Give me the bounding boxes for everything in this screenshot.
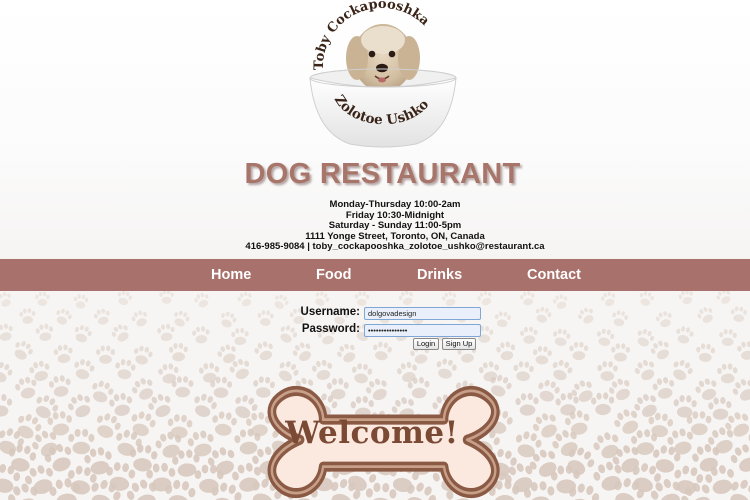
paw-print: [590, 392, 615, 416]
hours-weekday: Monday-Thursday 10:00-2am: [329, 199, 461, 210]
restaurant-info: Monday-Thursday 10:00-2am Friday 10:30-M…: [0, 199, 750, 253]
username-label: Username:: [300, 306, 360, 318]
welcome-text: Welcome!: [285, 415, 459, 451]
paw-print: [673, 359, 693, 381]
contact-line: 416-985-9084 | toby_cockapooshka_zolotoe…: [245, 241, 545, 253]
nav-drinks[interactable]: Drinks: [417, 259, 462, 291]
paw-print: [158, 363, 179, 384]
login-form: Username: dolgovadesign Password: ••••••…: [0, 291, 750, 351]
paw-print: [115, 359, 136, 380]
paw-print: [74, 358, 95, 380]
paw-print: [109, 392, 133, 416]
logo-graphic: Toby Cockapooshka Zolotoe Ushko: [309, 0, 457, 148]
password-input[interactable]: •••••••••••••••: [364, 324, 481, 337]
nav-home[interactable]: Home: [211, 259, 251, 291]
paw-print: [49, 478, 80, 500]
paw-print: [0, 361, 13, 383]
logo: Toby Cockapooshka Zolotoe Ushko: [295, 0, 465, 155]
paw-print: [0, 393, 13, 417]
nav-contact[interactable]: Contact: [527, 259, 581, 291]
paw-print: [717, 363, 738, 384]
paw-print: [593, 461, 622, 491]
paw-print: [212, 411, 237, 436]
paw-print: [634, 359, 655, 381]
paw-print: [48, 375, 71, 397]
nav-food[interactable]: Food: [316, 259, 351, 291]
password-label: Password:: [301, 323, 360, 335]
restaurant-title: DOG RESTAURANT: [244, 158, 521, 190]
sign-up-button[interactable]: Sign Up: [442, 338, 476, 350]
welcome-bone: Welcome!: [250, 366, 520, 500]
paw-print: [708, 427, 734, 454]
paw-print: [593, 432, 619, 459]
paw-print: [29, 360, 50, 382]
username-input[interactable]: dolgovadesign: [364, 307, 481, 320]
login-button[interactable]: Login: [413, 338, 439, 350]
nav-bar: Home Food Drinks Contact: [0, 259, 750, 291]
paw-print: [597, 361, 618, 381]
paw-print: [552, 359, 573, 381]
